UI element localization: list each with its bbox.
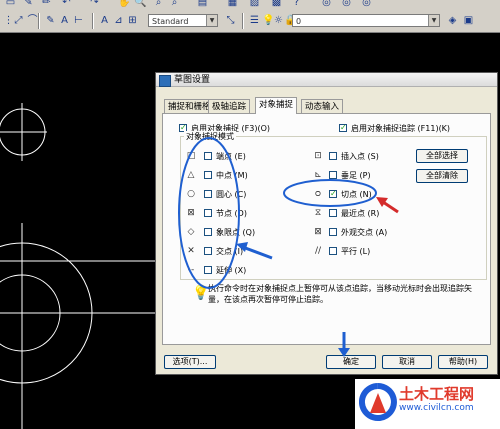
arrow-left-head [236, 242, 248, 252]
highlight-ellipse-left [178, 137, 240, 289]
civil-logo-icon [359, 383, 397, 421]
watermark-url: www.civilcn.com [399, 403, 474, 413]
tab-object-snap[interactable]: 对象捕捉 [255, 97, 298, 114]
arrow-ok-head [338, 348, 350, 357]
annotation-overlay [178, 137, 399, 357]
site-watermark: 土木工程网 www.civilcn.com [355, 379, 500, 429]
watermark-title: 土木工程网 [399, 385, 475, 403]
highlight-ellipse-tangent [283, 179, 377, 207]
